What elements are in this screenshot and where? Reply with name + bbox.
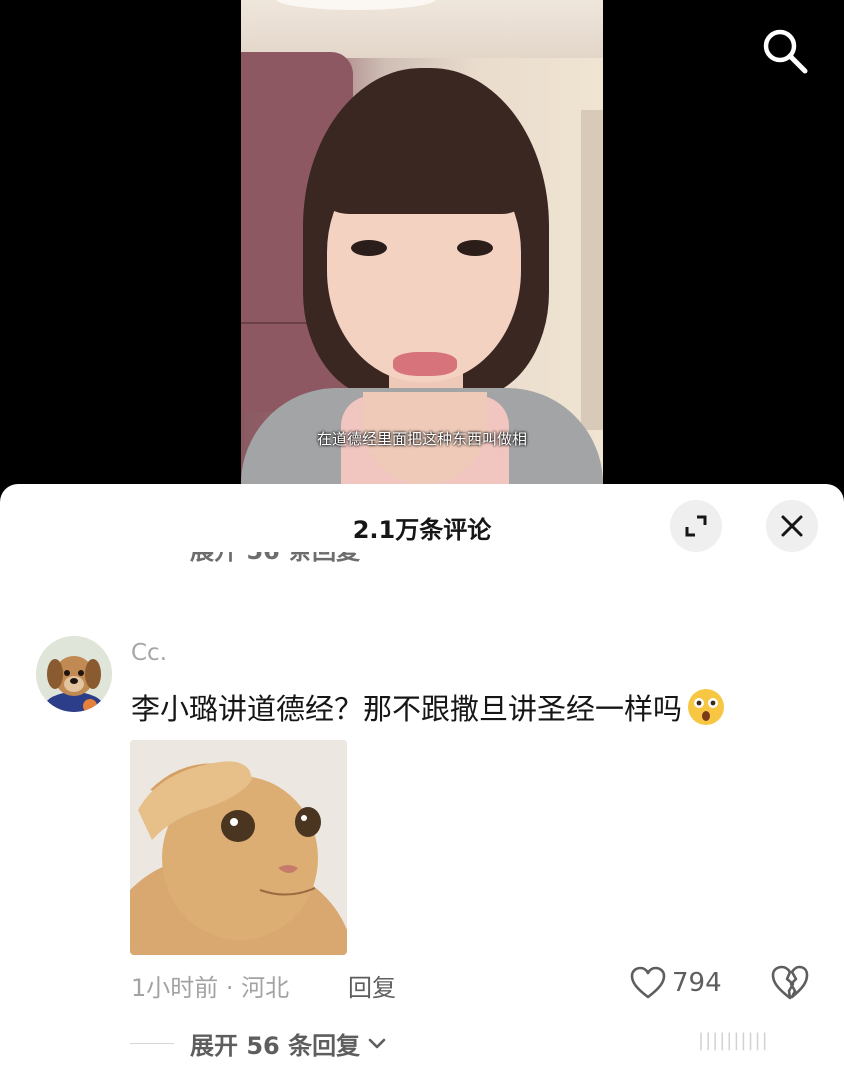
chevron-down-icon: [368, 1038, 386, 1049]
video-person-eye: [351, 240, 387, 256]
expand-button[interactable]: [670, 500, 722, 552]
video-person-eye: [457, 240, 493, 256]
expand-icon: [685, 515, 707, 537]
search-icon: [763, 29, 808, 74]
divider: [130, 1042, 174, 1044]
comment-text: 李小璐讲道德经？那不跟撒旦讲圣经一样吗: [131, 686, 726, 728]
expand-replies-button[interactable]: 展开 56 条回复: [130, 1024, 388, 1062]
watermark: ||||||||||: [698, 1030, 769, 1051]
comment-time-location: 1小时前 · 河北: [131, 974, 290, 1002]
close-icon: [781, 515, 803, 537]
expand-replies-label: 展开 56 条回复: [190, 1031, 361, 1060]
like-count: 794: [672, 968, 722, 998]
cat-meme-image-icon: [130, 740, 347, 955]
avatar[interactable]: [36, 636, 112, 712]
previous-expand-replies[interactable]: 展开 56 条回复: [190, 552, 360, 582]
search-button[interactable]: [760, 26, 810, 76]
dog-avatar-icon: [36, 636, 112, 712]
close-button[interactable]: [766, 500, 818, 552]
video-player[interactable]: 在道德经里面把这种东西叫做相: [0, 0, 844, 500]
comments-panel: 2.1万条评论 展开 56 条回复 Cc. 李小璐讲道德经？那不跟撒: [0, 484, 844, 1080]
comment-username[interactable]: Cc.: [131, 640, 167, 666]
video-person-lips: [393, 352, 457, 376]
comment-image[interactable]: [130, 740, 347, 955]
video-door: [581, 110, 603, 430]
video-subtitle: 在道德经里面把这种东西叫做相: [316, 430, 527, 448]
video-person-bangs: [325, 96, 525, 214]
broken-heart-icon: [771, 965, 809, 1000]
heart-icon: [630, 966, 666, 999]
video-background: [241, 0, 603, 58]
astonished-face-emoji-icon: [688, 689, 725, 725]
comment-text-content: 李小璐讲道德经？那不跟撒旦讲圣经一样吗: [131, 692, 683, 726]
dislike-button[interactable]: [770, 964, 810, 1002]
video-frame[interactable]: 在道德经里面把这种东西叫做相: [241, 0, 603, 484]
reply-button[interactable]: 回复: [348, 968, 396, 1003]
previous-expand-replies-label: 展开 56 条回复: [190, 552, 360, 566]
like-button[interactable]: 794: [630, 964, 722, 1002]
